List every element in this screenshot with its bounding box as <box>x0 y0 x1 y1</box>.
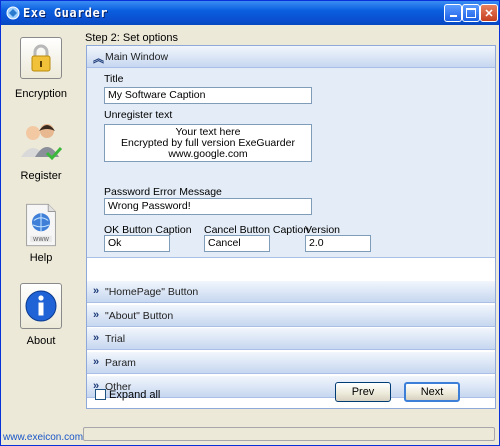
section-homepage-button[interactable]: » "HomePage" Button <box>87 281 495 303</box>
options-area: Step 2: Set options ︽ Main Window Title … <box>85 29 497 439</box>
password-error-label: Password Error Message <box>104 186 222 198</box>
users-check-icon <box>21 124 63 161</box>
info-icon <box>25 290 57 322</box>
options-panel: ︽ Main Window Title My Software Caption … <box>86 45 496 409</box>
sidebar-label-help: Help <box>29 252 53 264</box>
sidebar-label-encryption: Encryption <box>15 88 67 100</box>
website-link[interactable]: www.exeicon.com <box>3 432 83 443</box>
bottom-row: Expand all Prev Next <box>85 382 497 412</box>
expand-all-checkbox[interactable] <box>95 389 106 400</box>
title-bar[interactable]: Exe Guarder ✕ <box>1 1 499 25</box>
app-icon <box>6 6 20 20</box>
password-error-field[interactable]: Wrong Password! <box>104 198 312 215</box>
section-main-window-label: Main Window <box>105 51 169 63</box>
padlock-icon <box>31 44 51 72</box>
chevron-down-icon: » <box>93 332 100 344</box>
close-button[interactable]: ✕ <box>480 4 498 22</box>
chevron-down-icon: » <box>93 309 100 321</box>
sidebar-item-encryption[interactable] <box>8 37 74 79</box>
ok-caption-field[interactable]: Ok <box>104 235 170 252</box>
cancel-caption-field[interactable]: Cancel <box>204 235 270 252</box>
section-main-window[interactable]: ︽ Main Window <box>87 46 495 68</box>
unregister-line-3: www.google.com <box>168 148 248 160</box>
maximize-icon <box>466 8 476 18</box>
main-window-body: Title My Software Caption Unregister tex… <box>87 68 495 258</box>
minimize-button[interactable] <box>444 4 462 22</box>
section-trial-label: Trial <box>105 333 126 345</box>
sidebar-item-register[interactable] <box>8 117 74 165</box>
section-about-label: "About" Button <box>105 310 174 322</box>
unregister-textarea[interactable]: Your text here Encrypted by full version… <box>104 124 312 162</box>
window-title: Exe Guarder <box>23 6 108 20</box>
status-field <box>83 427 495 441</box>
sidebar-nav: Encryption Register WWW Help About <box>8 29 74 429</box>
section-about-button[interactable]: » "About" Button <box>87 305 495 327</box>
chevron-up-icon: ︽ <box>93 53 104 65</box>
svg-text:WWW: WWW <box>33 237 50 243</box>
maximize-button[interactable] <box>462 4 480 22</box>
chevron-down-icon: » <box>93 356 100 368</box>
chevron-down-icon: » <box>93 285 100 297</box>
version-field[interactable]: 2.0 <box>305 235 371 252</box>
web-page-icon: WWW <box>26 203 56 247</box>
unregister-label: Unregister text <box>104 109 173 121</box>
minimize-icon <box>449 15 457 17</box>
title-field[interactable]: My Software Caption <box>104 87 312 104</box>
app-window: Exe Guarder ✕ Encryption Register WWW He… <box>0 0 500 446</box>
title-label: Title <box>104 73 124 85</box>
section-trial[interactable]: » Trial <box>87 328 495 350</box>
next-button[interactable]: Next <box>404 382 460 402</box>
section-param[interactable]: » Param <box>87 352 495 374</box>
close-icon: ✕ <box>484 7 494 20</box>
sidebar-label-about: About <box>26 335 56 347</box>
section-homepage-label: "HomePage" Button <box>105 286 199 298</box>
prev-button[interactable]: Prev <box>335 382 391 402</box>
sidebar-label-register: Register <box>20 170 62 182</box>
step-label: Step 2: Set options <box>85 32 178 44</box>
expand-all-label: Expand all <box>109 389 161 401</box>
sidebar-item-help[interactable]: WWW <box>8 201 74 251</box>
sidebar-item-about[interactable] <box>8 283 74 329</box>
status-bar: www.exeicon.com <box>1 425 499 445</box>
section-param-label: Param <box>105 357 136 369</box>
